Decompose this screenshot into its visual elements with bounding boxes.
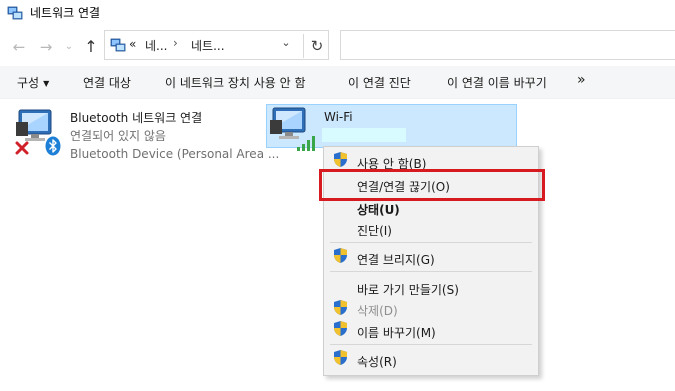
breadcrumb-item[interactable]: 네트... [191,37,225,54]
disconnected-x-icon [15,141,29,155]
forward-button[interactable]: → [37,37,55,57]
shield-icon [334,248,347,263]
refresh-icon: ↻ [310,37,324,55]
arrow-left-icon: ← [12,38,26,56]
connect-to-button[interactable]: 연결 대상 [83,74,131,91]
menu-item-rename[interactable]: 이름 바꾸기(M) [357,324,436,341]
connection-name: Wi-Fi [324,110,353,124]
shield-icon [334,321,347,336]
network-connections-icon [7,6,23,20]
arrow-up-icon: ↑ [84,37,98,56]
highlight-annotation [319,169,545,201]
bluetooth-icon [45,136,61,156]
network-connections-icon [110,38,126,52]
organize-menu[interactable]: 구성 ▼ [17,74,49,91]
menu-separator [330,242,532,243]
organize-label: 구성 [17,76,40,90]
chevron-down-icon: ⌄ [281,36,291,49]
search-input[interactable] [340,30,675,60]
menu-item-status[interactable]: 상태(U) [357,201,400,218]
menu-item-properties[interactable]: 속성(R) [357,353,397,370]
connection-device: Bluetooth Device (Personal Area ... [70,147,280,161]
more-commands-button[interactable]: » [577,72,586,88]
menu-separator [330,271,532,272]
menu-item-delete[interactable]: 삭제(D) [357,302,398,319]
diagnose-button[interactable]: 이 연결 진단 [348,74,411,91]
breadcrumb-separator[interactable]: › [173,36,178,50]
address-dropdown-button[interactable]: ⌄ [279,36,293,49]
arrow-right-icon: → [39,38,53,56]
connection-name: Bluetooth 네트워크 연결 [70,111,203,125]
breadcrumb-item[interactable]: 네... [145,37,167,54]
menu-separator [330,344,532,345]
connection-status [322,128,406,142]
caret-down-icon: ▼ [43,79,50,88]
menu-item-bridge[interactable]: 연결 브리지(G) [357,251,435,268]
chevron-down-icon: ⌄ [64,41,74,52]
menu-item-create-shortcut[interactable]: 바로 가기 만들기(S) [357,281,459,298]
up-button[interactable]: ↑ [82,37,100,57]
window-title: 네트워크 연결 [30,6,101,20]
disable-device-button[interactable]: 이 네트워크 장치 사용 안 함 [165,74,306,91]
breadcrumb-overflow[interactable]: « [129,37,136,51]
menu-item-diagnose[interactable]: 진단(I) [357,222,392,239]
signal-strength-icon [297,136,315,151]
connection-status: 연결되어 있지 않음 [70,129,166,143]
title-bar [0,0,675,26]
back-button[interactable]: ← [10,37,28,57]
rename-button[interactable]: 이 연결 이름 바꾸기 [447,74,547,91]
refresh-button[interactable]: ↻ [303,34,330,58]
recent-locations-button[interactable]: ⌄ [63,37,75,57]
shield-icon [334,300,347,315]
shield-icon [334,152,347,167]
shield-icon [334,350,347,365]
